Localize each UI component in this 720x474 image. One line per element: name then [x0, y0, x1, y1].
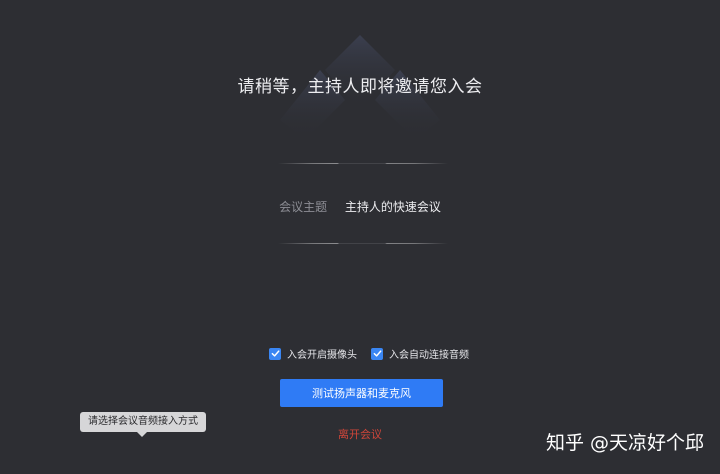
meeting-topic-row: 会议主题 主持人的快速会议	[0, 198, 720, 215]
watermark: 知乎 @天凉好个邱	[545, 432, 704, 454]
checkmark-icon	[271, 350, 279, 357]
divider-bottom	[278, 243, 448, 244]
option-camera-on-join[interactable]: 入会开启摄像头	[269, 346, 357, 361]
join-options: 入会开启摄像头 入会自动连接音频	[269, 346, 469, 361]
meeting-topic-label: 会议主题	[279, 200, 328, 214]
meeting-topic-value: 主持人的快速会议	[344, 200, 441, 214]
divider-top	[278, 163, 448, 164]
option-auto-audio[interactable]: 入会自动连接音频	[371, 346, 469, 361]
page-title: 请稍等，主持人即将邀请您入会	[237, 77, 483, 97]
test-speaker-mic-button[interactable]: 测试扬声器和麦克风	[280, 379, 443, 407]
audio-option-label: 入会自动连接音频	[389, 350, 469, 361]
audio-checkbox[interactable]	[371, 347, 383, 360]
tooltip-arrow	[137, 432, 147, 437]
camera-checkbox[interactable]	[269, 347, 281, 360]
checkmark-icon	[373, 350, 381, 357]
audio-tooltip: 请选择会议音频接入方式	[80, 412, 206, 432]
camera-option-label: 入会开启摄像头	[287, 350, 357, 361]
